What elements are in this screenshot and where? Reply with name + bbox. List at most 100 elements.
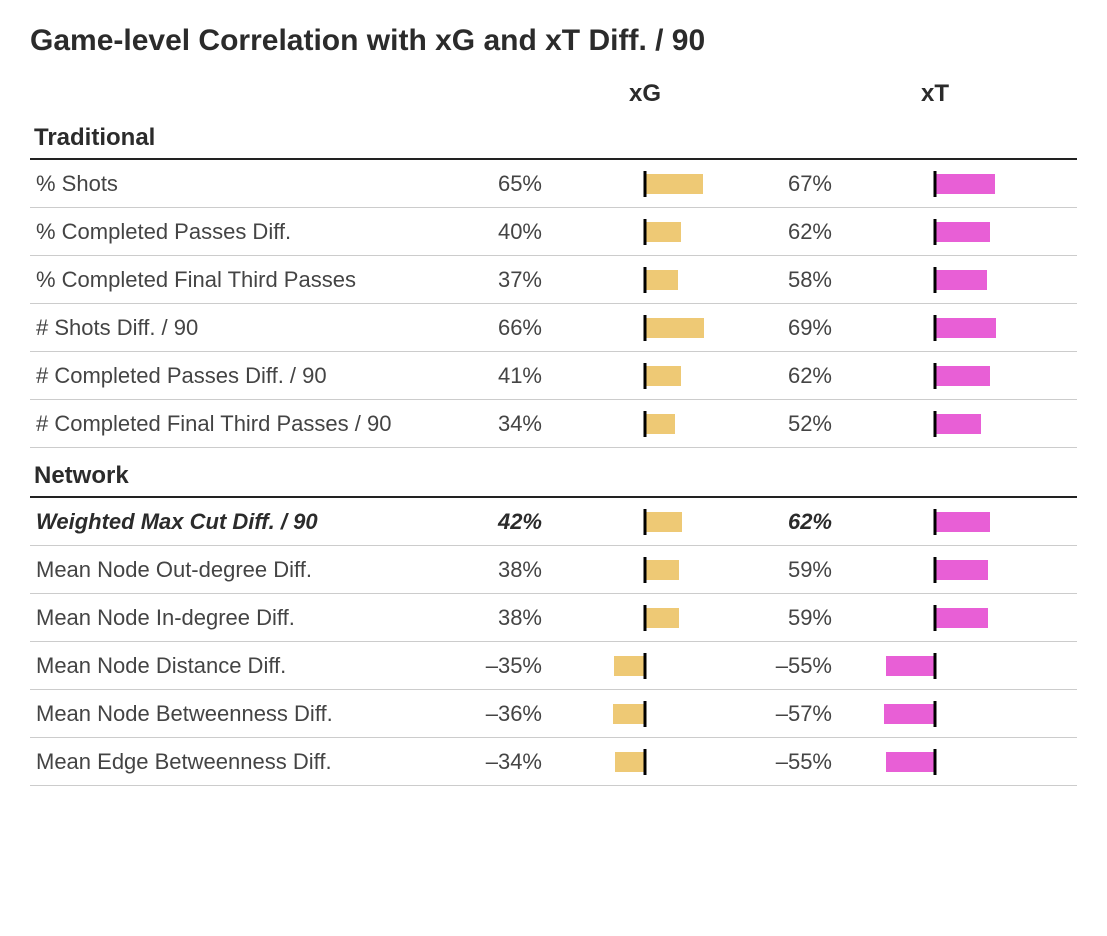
bar-axis [644, 749, 647, 775]
metric-label: # Completed Passes Diff. / 90 [30, 363, 450, 389]
bar-cell-xt [846, 313, 1024, 343]
bar-fill [645, 414, 675, 434]
xg-value: 65% [450, 171, 550, 197]
table-row: # Completed Final Third Passes / 9034%52… [30, 400, 1077, 448]
bar-fill [886, 752, 935, 772]
bar-axis [934, 363, 937, 389]
bar-axis [644, 653, 647, 679]
bar-fill [645, 512, 682, 532]
bar-fill [645, 560, 679, 580]
bar-axis [644, 315, 647, 341]
bar-fill [935, 560, 988, 580]
bar-axis [934, 749, 937, 775]
xt-value: 67% [740, 171, 840, 197]
bar-axis [644, 509, 647, 535]
bar-axis [934, 701, 937, 727]
bar-cell-xt [846, 507, 1024, 537]
bar-cell-xt [846, 265, 1024, 295]
bar-cell-xt [846, 603, 1024, 633]
bar-cell-xg [556, 603, 734, 633]
page-title: Game-level Correlation with xG and xT Di… [30, 24, 1077, 58]
table-row: Mean Edge Betweenness Diff.–34% –55% [30, 738, 1077, 786]
table-row: Mean Node In-degree Diff.38% 59% [30, 594, 1077, 642]
bar-cell-xt [846, 651, 1024, 681]
xg-value: 38% [450, 557, 550, 583]
metric-label: Mean Node Out-degree Diff. [30, 557, 450, 583]
bar-fill [935, 414, 981, 434]
metric-label: Mean Edge Betweenness Diff. [30, 749, 450, 775]
metric-label: # Shots Diff. / 90 [30, 315, 450, 341]
xt-value: –57% [740, 701, 840, 727]
bar-fill [645, 174, 703, 194]
bar-axis [934, 605, 937, 631]
bar-cell-xt [846, 409, 1024, 439]
metric-label: Weighted Max Cut Diff. / 90 [30, 509, 450, 535]
bar-axis [644, 267, 647, 293]
xt-value: 58% [740, 267, 840, 293]
metric-label: % Completed Passes Diff. [30, 219, 450, 245]
bar-cell-xg [556, 313, 734, 343]
metric-label: Mean Node Distance Diff. [30, 653, 450, 679]
bar-fill [886, 656, 935, 676]
column-header-xt: xT [840, 80, 1030, 108]
table-row: Mean Node Betweenness Diff.–36% –57% [30, 690, 1077, 738]
bar-cell-xg [556, 507, 734, 537]
table-row: Mean Node Out-degree Diff.38% 59% [30, 546, 1077, 594]
bar-axis [644, 411, 647, 437]
xg-value: 37% [450, 267, 550, 293]
metric-label: Mean Node Betweenness Diff. [30, 701, 450, 727]
xg-value: 38% [450, 605, 550, 631]
bar-fill [935, 608, 988, 628]
xt-value: –55% [740, 749, 840, 775]
xt-value: –55% [740, 653, 840, 679]
xt-value: 62% [740, 363, 840, 389]
bar-cell-xt [846, 555, 1024, 585]
bar-cell-xg [556, 361, 734, 391]
bar-fill [935, 222, 990, 242]
xt-value: 62% [740, 509, 840, 535]
bar-axis [934, 557, 937, 583]
bar-fill [645, 366, 681, 386]
bar-fill [935, 512, 990, 532]
xg-value: –34% [450, 749, 550, 775]
xg-value: 41% [450, 363, 550, 389]
bar-cell-xg [556, 747, 734, 777]
column-header-row: xG xT [30, 80, 1077, 108]
bar-axis [934, 411, 937, 437]
xg-value: 40% [450, 219, 550, 245]
metric-label: # Completed Final Third Passes / 90 [30, 411, 450, 437]
bar-fill [645, 318, 704, 338]
bar-axis [644, 219, 647, 245]
bar-axis [644, 557, 647, 583]
xt-value: 52% [740, 411, 840, 437]
bar-fill [645, 608, 679, 628]
metric-label: % Shots [30, 171, 450, 197]
bar-cell-xg [556, 169, 734, 199]
table-row: % Completed Passes Diff.40% 62% [30, 208, 1077, 256]
table-row: Mean Node Distance Diff.–35%–55% [30, 642, 1077, 690]
bar-fill [935, 366, 990, 386]
bar-cell-xg [556, 409, 734, 439]
bar-cell-xg [556, 555, 734, 585]
xg-value: –36% [450, 701, 550, 727]
bar-fill [884, 704, 935, 724]
bar-cell-xg [556, 699, 734, 729]
bar-fill [613, 704, 645, 724]
bar-fill [935, 318, 996, 338]
table-row: Weighted Max Cut Diff. / 9042% 62% [30, 498, 1077, 546]
bar-axis [934, 171, 937, 197]
bar-axis [934, 267, 937, 293]
group-title: Network [34, 462, 1077, 490]
bar-cell-xt [846, 169, 1024, 199]
table-row: # Completed Passes Diff. / 9041% 62% [30, 352, 1077, 400]
bar-fill [645, 222, 681, 242]
metric-label: Mean Node In-degree Diff. [30, 605, 450, 631]
bar-cell-xt [846, 217, 1024, 247]
xt-value: 62% [740, 219, 840, 245]
metric-label: % Completed Final Third Passes [30, 267, 450, 293]
xt-value: 59% [740, 557, 840, 583]
xt-value: 59% [740, 605, 840, 631]
bar-cell-xt [846, 747, 1024, 777]
bar-fill [935, 174, 995, 194]
xg-value: 42% [450, 509, 550, 535]
